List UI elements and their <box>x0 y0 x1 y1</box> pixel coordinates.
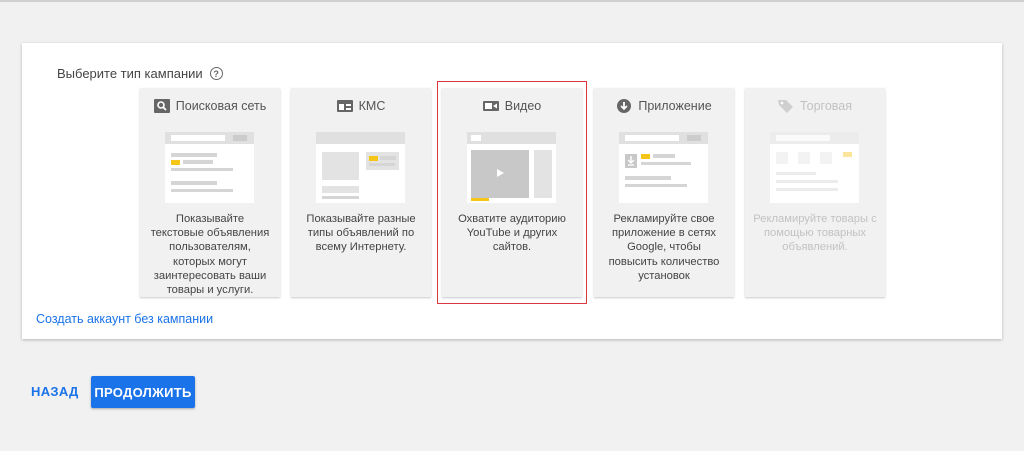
shopping-illustration <box>770 132 859 203</box>
back-button[interactable]: НАЗАД <box>31 384 79 399</box>
card-header: Торговая <box>745 88 885 124</box>
shopping-tag-icon <box>777 99 794 113</box>
card-label: Приложение <box>638 99 712 113</box>
campaign-card-shopping: Торговая Рекламируйте товары с помощью т… <box>745 88 885 297</box>
display-network-icon <box>336 99 353 113</box>
search-illustration <box>165 132 254 203</box>
continue-button[interactable]: ПРОДОЛЖИТЬ <box>91 376 195 408</box>
app-illustration <box>619 132 708 203</box>
campaign-card-search[interactable]: Поисковая сеть Показывайте текстовые объ… <box>140 88 280 297</box>
card-header: Поисковая сеть <box>140 88 280 124</box>
card-label: Торговая <box>799 99 853 113</box>
card-header: Приложение <box>594 88 734 124</box>
app-download-icon <box>616 99 632 113</box>
card-label: КМС <box>358 99 386 113</box>
top-divider <box>0 0 1024 2</box>
search-icon <box>153 99 170 113</box>
section-title: Выберите тип кампании <box>57 66 203 81</box>
card-description: Рекламируйте товары с помощью товарных о… <box>753 213 877 254</box>
card-label: Поисковая сеть <box>175 99 267 113</box>
campaign-type-panel: Выберите тип кампании ? Поисковая сеть П… <box>22 43 1002 339</box>
card-header: КМС <box>291 88 431 124</box>
card-description: Показывайте разные типы объявлений по вс… <box>306 213 416 254</box>
campaign-card-display[interactable]: КМС Показывайте разные типы объявлений п… <box>291 88 431 297</box>
card-description: Рекламируйте свое приложение в сетях Goo… <box>608 213 720 282</box>
create-account-without-campaign-link[interactable]: Создать аккаунт без кампании <box>36 312 213 326</box>
help-icon[interactable]: ? <box>209 67 223 80</box>
section-heading: Выберите тип кампании ? <box>57 66 223 81</box>
card-description: Показывайте текстовые объявления пользов… <box>150 213 270 297</box>
campaign-card-app[interactable]: Приложение Рекламируйте свое приложение … <box>594 88 734 297</box>
selected-card-highlight <box>437 81 587 304</box>
display-illustration <box>316 132 405 203</box>
